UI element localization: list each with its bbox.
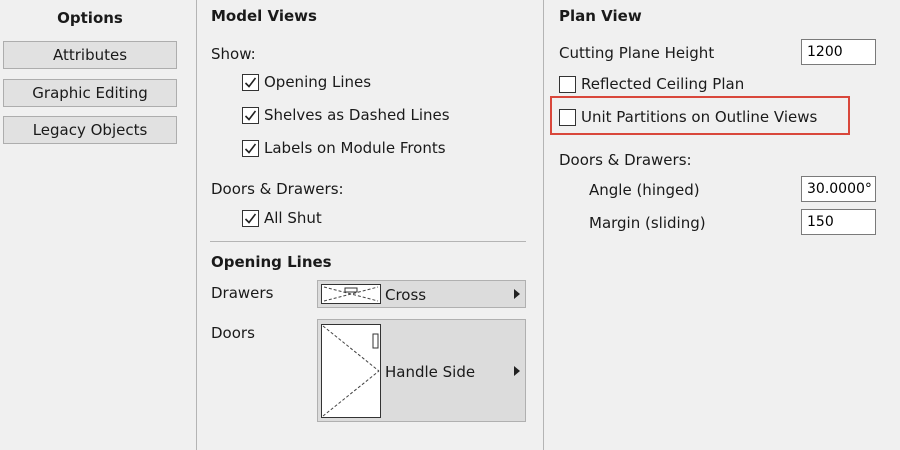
legacy-objects-button[interactable]: Legacy Objects (3, 116, 177, 144)
attributes-button[interactable]: Attributes (3, 41, 177, 69)
shelves-dashed-checkbox[interactable]: Shelves as Dashed Lines (242, 104, 450, 126)
checkbox-unchecked-icon[interactable] (559, 108, 576, 126)
all-shut-checkbox[interactable]: All Shut (242, 207, 322, 229)
unit-partitions-label: Unit Partitions on Outline Views (581, 108, 818, 126)
plan-doors-drawers-label: Doors & Drawers: (559, 151, 692, 169)
section-divider (210, 241, 526, 242)
opening-lines-checkbox[interactable]: Opening Lines (242, 71, 371, 93)
checkbox-checked-icon[interactable] (242, 209, 259, 227)
door-handle-side-icon (321, 324, 381, 422)
doors-drawers-label: Doors & Drawers: (211, 180, 344, 198)
labels-module-fronts-checkbox[interactable]: Labels on Module Fronts (242, 137, 446, 159)
checkbox-checked-icon[interactable] (242, 139, 259, 157)
reflected-ceiling-checkbox[interactable]: Reflected Ceiling Plan (559, 73, 744, 95)
model-views-title: Model Views (211, 7, 317, 25)
margin-label: Margin (sliding) (589, 214, 706, 232)
checkbox-unchecked-icon[interactable] (559, 75, 576, 93)
doors-popup[interactable]: Handle Side (317, 319, 526, 422)
column-divider-left (196, 0, 197, 450)
doors-label: Doors (211, 324, 255, 342)
cutting-plane-input[interactable]: 1200 (801, 39, 876, 65)
show-label: Show: (211, 45, 256, 63)
margin-input[interactable]: 150 (801, 209, 876, 235)
angle-label: Angle (hinged) (589, 181, 700, 199)
opening-lines-label: Opening Lines (264, 73, 372, 91)
cutting-plane-label: Cutting Plane Height (559, 44, 715, 62)
angle-input[interactable]: 30.0000° (801, 176, 876, 202)
graphic-editing-button[interactable]: Graphic Editing (3, 79, 177, 107)
opening-lines-title: Opening Lines (211, 253, 332, 271)
plan-view-title: Plan View (559, 7, 642, 25)
unit-partitions-checkbox[interactable]: Unit Partitions on Outline Views (559, 106, 817, 128)
shelves-dashed-label: Shelves as Dashed Lines (264, 106, 450, 124)
options-title: Options (57, 9, 123, 27)
popup-arrow-icon (514, 366, 520, 376)
all-shut-label: All Shut (264, 209, 322, 227)
drawers-popup[interactable]: Cross (317, 280, 526, 308)
drawers-value: Cross (385, 286, 427, 304)
reflected-ceiling-label: Reflected Ceiling Plan (581, 75, 745, 93)
drawer-cross-icon (321, 284, 381, 308)
popup-arrow-icon (514, 289, 520, 299)
doors-value: Handle Side (385, 363, 476, 381)
column-divider-right (543, 0, 544, 450)
checkbox-checked-icon[interactable] (242, 106, 259, 124)
drawers-label: Drawers (211, 284, 274, 302)
labels-module-fronts-label: Labels on Module Fronts (264, 139, 446, 157)
checkbox-checked-icon[interactable] (242, 73, 259, 91)
